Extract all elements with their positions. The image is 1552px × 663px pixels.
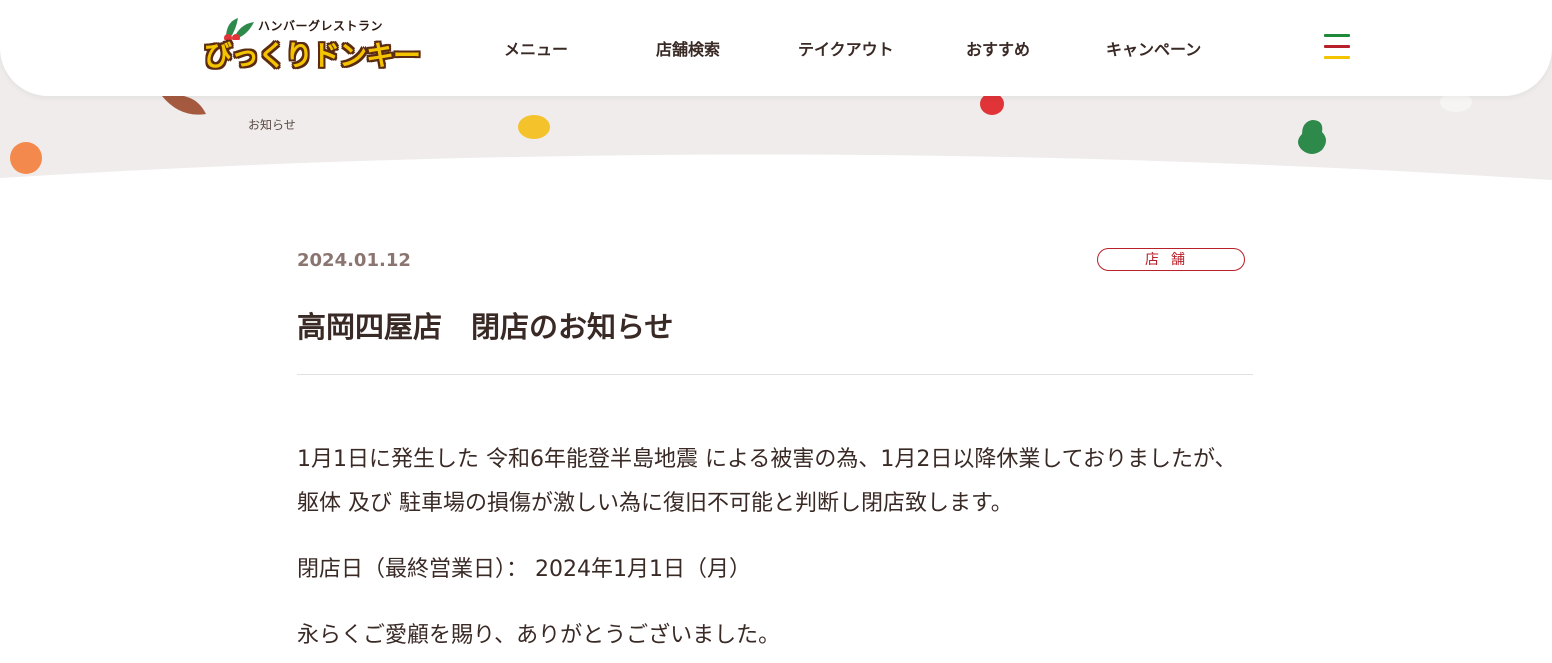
bean-brown-decoration: [162, 94, 206, 115]
article-paragraph-2: 閉店日（最終営業日）： 2024年1月1日（月）: [297, 557, 751, 582]
breadcrumb[interactable]: お知らせ: [248, 116, 296, 133]
article-paragraph-3: 永らくご愛顧を賜り、ありがとうございました。: [297, 623, 781, 648]
bean-orange-decoration: [10, 142, 42, 174]
menu-line-green: [1324, 34, 1350, 37]
nav-item-campaign[interactable]: キャンペーン: [1106, 36, 1201, 60]
title-divider: [297, 374, 1253, 375]
bean-green-decoration: [1298, 120, 1326, 154]
bean-yellow-decoration: [518, 115, 550, 139]
category-badge[interactable]: 店舗: [1097, 248, 1245, 271]
nav-item-takeout[interactable]: テイクアウト: [798, 36, 894, 60]
hamburger-menu-icon[interactable]: [1324, 34, 1350, 60]
article-title: 高岡四屋店 閉店のお知らせ: [297, 310, 674, 344]
site-logo[interactable]: ハンバーグレストラン びっくりドンキー: [200, 14, 421, 78]
logo-wordmark: びっくりドンキー: [204, 39, 421, 72]
article-paragraph-1: 1月1日に発生した 令和6年能登半島地震 による被害の為、1月2日以降休業してお…: [297, 447, 1237, 516]
menu-line-red: [1324, 45, 1350, 48]
nav-item-store-search[interactable]: 店舗検索: [656, 36, 720, 60]
logo-tagline: ハンバーグレストラン: [258, 19, 384, 33]
article-date: 2024.01.12: [297, 250, 411, 271]
nav-item-menu[interactable]: メニュー: [504, 36, 568, 60]
site-header: ハンバーグレストラン びっくりドンキー メニュー 店舗検索 テイクアウト おすす…: [0, 0, 1552, 96]
menu-line-yellow: [1324, 56, 1350, 59]
nav-item-recommended[interactable]: おすすめ: [966, 36, 1030, 60]
